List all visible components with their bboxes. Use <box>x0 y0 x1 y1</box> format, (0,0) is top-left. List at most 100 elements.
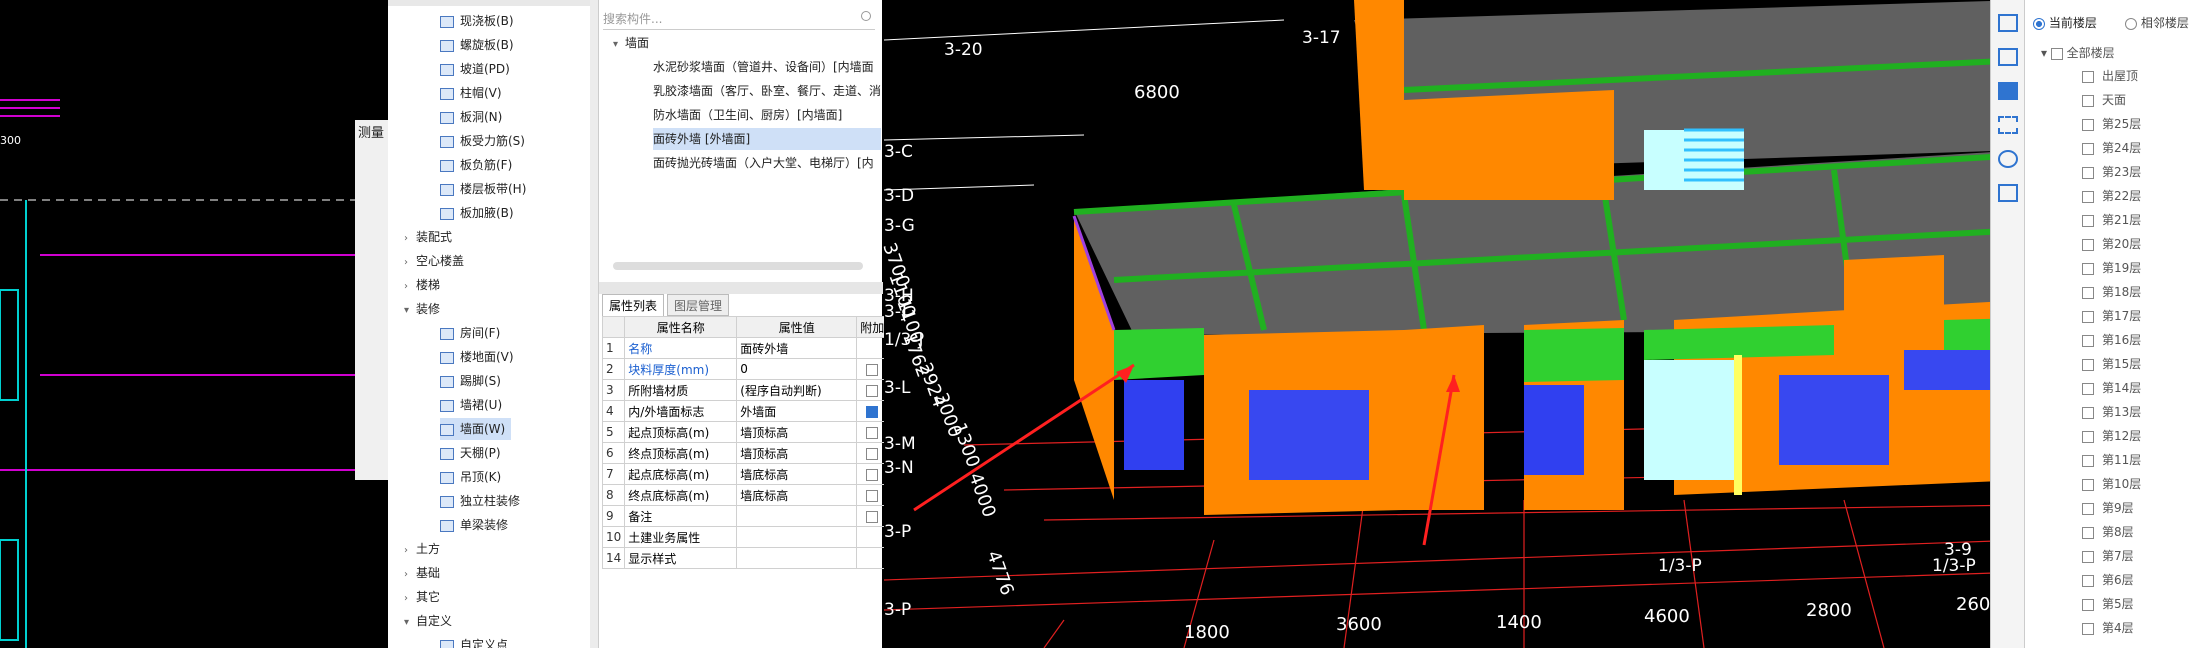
floor-item[interactable]: 第7层 <box>2082 544 2134 568</box>
floor-item[interactable]: 天面 <box>2082 88 2126 112</box>
tree-group[interactable]: › 装配式 <box>404 226 452 248</box>
floor-item[interactable]: 第10层 <box>2082 472 2141 496</box>
tree-item[interactable]: 现浇板(B) <box>440 10 514 32</box>
component-list-item[interactable]: 乳胶漆墙面（客厅、卧室、餐厅、走道、消 <box>653 80 881 102</box>
radio-current-floor[interactable]: 当前楼层 <box>2033 14 2097 31</box>
tree-item[interactable]: 楼层板带(H) <box>440 178 526 200</box>
tree-item[interactable]: 坡道(PD) <box>440 58 510 80</box>
tree-item[interactable]: 板加腋(B) <box>440 202 514 224</box>
component-list-item[interactable]: 防水墙面（卫生间、厨房）[内墙面] <box>653 104 881 126</box>
checkbox[interactable] <box>2082 214 2094 227</box>
checkbox[interactable] <box>2082 406 2094 419</box>
property-row[interactable]: 5 起点顶标高(m) 墙顶标高 <box>601 421 889 443</box>
checkbox[interactable] <box>866 384 879 397</box>
property-row[interactable]: 4 内/外墙面标志 外墙面 <box>601 400 889 422</box>
tree-item-decor[interactable]: 墙面(W) <box>440 418 512 440</box>
checkbox[interactable] <box>866 363 879 376</box>
property-row[interactable]: 9 备注 <box>601 505 889 527</box>
orbit-icon[interactable] <box>1998 150 2018 168</box>
floor-item[interactable]: 第16层 <box>2082 328 2141 352</box>
tree-item-decor[interactable]: 独立柱装修 <box>440 490 526 512</box>
tree-group[interactable]: ▾ 装修 <box>404 298 440 320</box>
floor-item[interactable]: 第25层 <box>2082 112 2141 136</box>
search-icon[interactable] <box>861 11 871 21</box>
property-row[interactable]: 14 显示样式 <box>601 547 889 569</box>
component-list-item[interactable]: 面砖抛光砖墙面（入户大堂、电梯厅）[内 <box>653 152 881 174</box>
tree-group[interactable]: › 楼梯 <box>404 274 440 296</box>
floor-item[interactable]: 第4层 <box>2082 616 2134 640</box>
wall-surface-group[interactable]: ▾ 墙面 <box>613 32 649 54</box>
tree-item[interactable]: 板受力筋(S) <box>440 130 525 152</box>
floor-item[interactable]: 第24层 <box>2082 136 2141 160</box>
floor-item[interactable]: 第14层 <box>2082 376 2141 400</box>
checkbox[interactable] <box>2082 622 2094 635</box>
tree-item-decor[interactable]: 单梁装修 <box>440 514 514 536</box>
zoom-extent-icon[interactable] <box>1998 116 2018 134</box>
cad-drawing-area[interactable]: 300 测量 <box>0 0 388 648</box>
tree-item[interactable]: 柱帽(V) <box>440 82 502 104</box>
floor-item[interactable]: 第21层 <box>2082 208 2141 232</box>
checkbox[interactable] <box>2082 70 2094 83</box>
checkbox[interactable] <box>2082 262 2094 275</box>
tree-item-decor[interactable]: 楼地面(V) <box>440 346 520 368</box>
floor-item[interactable]: 第15层 <box>2082 352 2141 376</box>
list-hscrollbar[interactable] <box>613 262 863 270</box>
checkbox[interactable] <box>2082 334 2094 347</box>
tab-property-list[interactable]: 属性列表 <box>602 294 665 316</box>
all-floors-node[interactable]: ▾ 全部楼层 <box>2041 44 2115 61</box>
property-row[interactable]: 1 名称 面砖外墙 <box>601 337 889 359</box>
floor-item[interactable]: 第5层 <box>2082 592 2134 616</box>
checkbox[interactable] <box>2082 478 2094 491</box>
floor-item[interactable]: 第8层 <box>2082 520 2134 544</box>
property-row[interactable]: 10 土建业务属性 <box>601 526 889 548</box>
component-list-item[interactable]: 面砖外墙 [外墙面] <box>653 128 881 150</box>
tab-layer-management[interactable]: 图层管理 <box>667 294 730 316</box>
checkbox[interactable] <box>2082 310 2094 323</box>
checkbox[interactable] <box>2082 190 2094 203</box>
checkbox[interactable] <box>2082 286 2094 299</box>
tree-group[interactable]: ▾ 自定义 <box>404 610 452 632</box>
tree-group[interactable]: › 空心楼盖 <box>404 250 464 272</box>
floor-item[interactable]: 第11层 <box>2082 448 2141 472</box>
tree-item[interactable]: 板负筋(F) <box>440 154 512 176</box>
checkbox[interactable] <box>866 510 879 523</box>
checkbox[interactable] <box>2082 94 2094 107</box>
component-list-item[interactable]: 水泥砂浆墙面（管道井、设备间）[内墙面 <box>653 56 881 78</box>
checkbox[interactable] <box>2082 574 2094 587</box>
floor-item[interactable]: 第6层 <box>2082 568 2134 592</box>
checkbox[interactable] <box>2082 598 2094 611</box>
tree-scrollbar[interactable] <box>590 0 598 648</box>
tree-item-decor[interactable]: 房间(F) <box>440 322 506 344</box>
checkbox[interactable] <box>2082 166 2094 179</box>
tree-group[interactable]: › 基础 <box>404 562 440 584</box>
tree-group[interactable]: › 土方 <box>404 538 440 560</box>
checkbox[interactable] <box>2082 142 2094 155</box>
floor-item[interactable]: 第20层 <box>2082 232 2141 256</box>
tree-item-decor[interactable]: 踢脚(S) <box>440 370 507 392</box>
property-row[interactable]: 3 所附墙材质 (程序自动判断) <box>601 379 889 401</box>
tree-item[interactable]: 螺旋板(B) <box>440 34 514 56</box>
checkbox[interactable] <box>2082 526 2094 539</box>
radio-adjacent-floor[interactable]: 相邻楼层 <box>2125 14 2189 31</box>
checkbox[interactable] <box>2082 238 2094 251</box>
floor-item[interactable]: 第9层 <box>2082 496 2134 520</box>
checkbox[interactable] <box>866 405 879 418</box>
property-row[interactable]: 6 终点顶标高(m) 墙顶标高 <box>601 442 889 464</box>
checkbox[interactable] <box>866 447 879 460</box>
checkbox[interactable] <box>2082 382 2094 395</box>
cube-view-icon[interactable] <box>1998 14 2018 32</box>
floor-item[interactable]: 第23层 <box>2082 160 2141 184</box>
cube-top-icon[interactable] <box>1998 48 2018 66</box>
property-row[interactable]: 8 终点底标高(m) 墙底标高 <box>601 484 889 506</box>
floor-item[interactable]: 第22层 <box>2082 184 2141 208</box>
3d-viewport[interactable]: 3-20 3-17 3-C 3-D 3-G 3-H 3-J 1/3-J 3-L 3-M 3-N 3-P… <box>878 0 2026 648</box>
floor-item[interactable]: 第19层 <box>2082 256 2141 280</box>
tree-group[interactable]: › 其它 <box>404 586 440 608</box>
floor-item[interactable]: 第17层 <box>2082 304 2141 328</box>
search-input[interactable]: 搜索构件... <box>603 8 875 30</box>
checkbox[interactable] <box>2082 358 2094 371</box>
tree-item-decor[interactable]: 墙裙(U) <box>440 394 508 416</box>
checkbox[interactable] <box>866 426 879 439</box>
tree-item-decor[interactable]: 吊顶(K) <box>440 466 507 488</box>
property-row[interactable]: 7 起点底标高(m) 墙底标高 <box>601 463 889 485</box>
